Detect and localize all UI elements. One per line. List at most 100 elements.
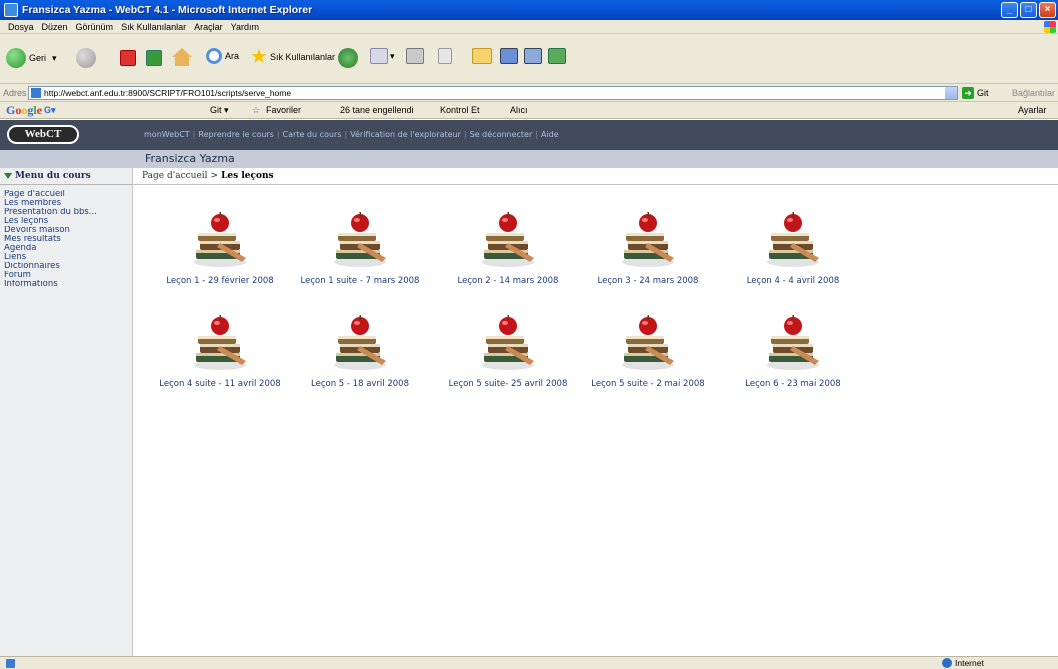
sidebar-item-forum[interactable]: Forum bbox=[4, 271, 128, 280]
lesson-link[interactable]: Leçon 1 suite - 7 mars 2008 bbox=[280, 276, 440, 286]
search-button[interactable]: Ara bbox=[206, 48, 239, 64]
lesson-icon[interactable] bbox=[478, 313, 538, 373]
sidebar-item-dictionaries[interactable]: Dictionnaires bbox=[4, 262, 128, 271]
course-title-spacer bbox=[0, 150, 133, 168]
forward-button[interactable] bbox=[76, 48, 96, 68]
lesson-item[interactable]: Leçon 6 - 23 mai 2008 bbox=[713, 313, 873, 389]
address-input[interactable]: http://webct.anf.edu.tr:8900/SCRIPT/FRO1… bbox=[28, 86, 958, 100]
lesson-item[interactable]: Leçon 1 - 29 février 2008 bbox=[140, 210, 300, 286]
book-apple-icon bbox=[482, 315, 534, 370]
sidebar-item-information[interactable]: Informations bbox=[4, 280, 128, 289]
maximize-button[interactable]: □ bbox=[1020, 2, 1037, 18]
breadcrumb: Page d'accueil > Les leçons bbox=[133, 168, 1058, 185]
sidebar-item-calendar[interactable]: Agenda bbox=[4, 244, 128, 253]
lesson-icon[interactable] bbox=[478, 210, 538, 270]
lesson-link[interactable]: Leçon 4 - 4 avril 2008 bbox=[713, 276, 873, 286]
page-done-icon bbox=[6, 659, 15, 668]
ie-icon bbox=[4, 3, 18, 17]
print-icon bbox=[406, 48, 424, 64]
back-button[interactable]: Geri ▾ bbox=[6, 48, 57, 68]
sidebar-item-homework[interactable]: Devoirs maison bbox=[4, 226, 128, 235]
google-settings-button[interactable]: Ayarlar bbox=[1018, 105, 1046, 115]
sidebar-item-members[interactable]: Les membres bbox=[4, 199, 128, 208]
research-button[interactable] bbox=[500, 48, 518, 64]
go-button[interactable]: ➜ Git bbox=[962, 87, 989, 99]
mail-button[interactable]: ▾ bbox=[370, 48, 395, 64]
sidebar-item-presentation[interactable]: Présentation du bbs... bbox=[4, 208, 128, 217]
spellcheck-button[interactable]: Kontrol Et bbox=[440, 105, 480, 115]
lesson-icon[interactable] bbox=[618, 210, 678, 270]
lesson-item[interactable]: Leçon 4 suite - 11 avril 2008 bbox=[140, 313, 300, 389]
menu-file[interactable]: Dosya bbox=[8, 22, 34, 32]
lesson-icon[interactable] bbox=[330, 313, 390, 373]
lesson-item[interactable]: Leçon 2 - 14 mars 2008 bbox=[428, 210, 588, 286]
sidebar-item-lessons[interactable]: Les leçons bbox=[4, 217, 128, 226]
stop-button[interactable] bbox=[120, 50, 136, 66]
menu-edit[interactable]: Düzen bbox=[42, 22, 68, 32]
lesson-link[interactable]: Leçon 2 - 14 mars 2008 bbox=[428, 276, 588, 286]
lesson-link[interactable]: Leçon 3 - 24 mars 2008 bbox=[568, 276, 728, 286]
favorites-button[interactable]: ★ Sık Kullanılanlar bbox=[250, 47, 335, 67]
lesson-link[interactable]: Leçon 5 suite- 25 avril 2008 bbox=[428, 379, 588, 389]
book-apple-icon bbox=[622, 212, 674, 267]
lesson-link[interactable]: Leçon 1 - 29 février 2008 bbox=[140, 276, 300, 286]
lesson-link[interactable]: Leçon 5 suite - 2 mai 2008 bbox=[568, 379, 728, 389]
webct-logo[interactable]: WebCT bbox=[7, 125, 79, 144]
lesson-link[interactable]: Leçon 6 - 23 mai 2008 bbox=[713, 379, 873, 389]
popup-blocked[interactable]: 26 tane engellendi bbox=[340, 105, 414, 115]
lesson-item[interactable]: Leçon 5 - 18 avril 2008 bbox=[280, 313, 440, 389]
menu-favorites[interactable]: Sık Kullanılanlar bbox=[121, 22, 186, 32]
go-arrow-icon: ➜ bbox=[962, 87, 974, 99]
lesson-icon[interactable] bbox=[330, 210, 390, 270]
book-apple-icon bbox=[194, 315, 246, 370]
breadcrumb-home[interactable]: Page d'accueil bbox=[142, 171, 208, 181]
sidebar-item-home[interactable]: Page d'accueil bbox=[4, 190, 128, 199]
course-menu-header[interactable]: Menu du cours bbox=[0, 168, 132, 185]
google-logo[interactable]: Google bbox=[6, 103, 42, 118]
nav-logout[interactable]: Se déconnecter bbox=[470, 130, 533, 139]
lesson-icon[interactable] bbox=[190, 313, 250, 373]
lesson-icon[interactable] bbox=[763, 313, 823, 373]
lesson-link[interactable]: Leçon 5 - 18 avril 2008 bbox=[280, 379, 440, 389]
menu-view[interactable]: Görünüm bbox=[76, 22, 114, 32]
sidebar-item-links[interactable]: Liens bbox=[4, 253, 128, 262]
sidebar-item-results[interactable]: Mes résultats bbox=[4, 235, 128, 244]
lesson-item[interactable]: Leçon 3 - 24 mars 2008 bbox=[568, 210, 728, 286]
windows-logo-icon bbox=[1044, 21, 1056, 33]
print-button[interactable] bbox=[406, 48, 424, 64]
address-dropdown[interactable] bbox=[945, 87, 957, 99]
menu-help[interactable]: Yardım bbox=[231, 22, 259, 32]
lesson-item[interactable]: Leçon 5 suite - 2 mai 2008 bbox=[568, 313, 728, 389]
nav-browser-check[interactable]: Vérification de l'explorateur bbox=[350, 130, 461, 139]
lesson-item[interactable]: Leçon 4 - 4 avril 2008 bbox=[713, 210, 873, 286]
refresh-button[interactable] bbox=[146, 50, 162, 66]
home-button[interactable] bbox=[172, 48, 192, 66]
messenger-button[interactable] bbox=[524, 48, 542, 64]
lesson-item[interactable]: Leçon 1 suite - 7 mars 2008 bbox=[280, 210, 440, 286]
nav-resume-course[interactable]: Reprendre le cours bbox=[198, 130, 273, 139]
google-go-button[interactable]: Git ▾ bbox=[210, 105, 229, 116]
nav-course-map[interactable]: Carte du cours bbox=[283, 130, 342, 139]
google-favorites[interactable]: Favoriler bbox=[266, 105, 301, 115]
edit-button[interactable] bbox=[438, 48, 452, 64]
google-search-icon[interactable]: G▾ bbox=[44, 105, 56, 116]
links-label[interactable]: Bağlantılar bbox=[1012, 88, 1055, 98]
nav-mywebct[interactable]: monWebCT bbox=[144, 130, 190, 139]
folder-icon bbox=[472, 48, 492, 64]
lesson-icon[interactable] bbox=[618, 313, 678, 373]
extra-button[interactable] bbox=[548, 48, 566, 64]
star-icon[interactable]: ☆ bbox=[252, 105, 260, 116]
lesson-item[interactable]: Leçon 5 suite- 25 avril 2008 bbox=[428, 313, 588, 389]
close-button[interactable]: × bbox=[1039, 2, 1056, 18]
lesson-link[interactable]: Leçon 4 suite - 11 avril 2008 bbox=[140, 379, 300, 389]
menu-tools[interactable]: Araçlar bbox=[194, 22, 223, 32]
lesson-icon[interactable] bbox=[190, 210, 250, 270]
send-to-button[interactable]: Alıcı bbox=[510, 105, 528, 115]
nav-help[interactable]: Aide bbox=[541, 130, 559, 139]
folder-button[interactable] bbox=[472, 48, 492, 64]
course-title: Fransizca Yazma bbox=[145, 152, 235, 165]
history-button[interactable] bbox=[338, 48, 358, 68]
lesson-icon[interactable] bbox=[763, 210, 823, 270]
book-apple-icon bbox=[334, 315, 386, 370]
minimize-button[interactable]: _ bbox=[1001, 2, 1018, 18]
